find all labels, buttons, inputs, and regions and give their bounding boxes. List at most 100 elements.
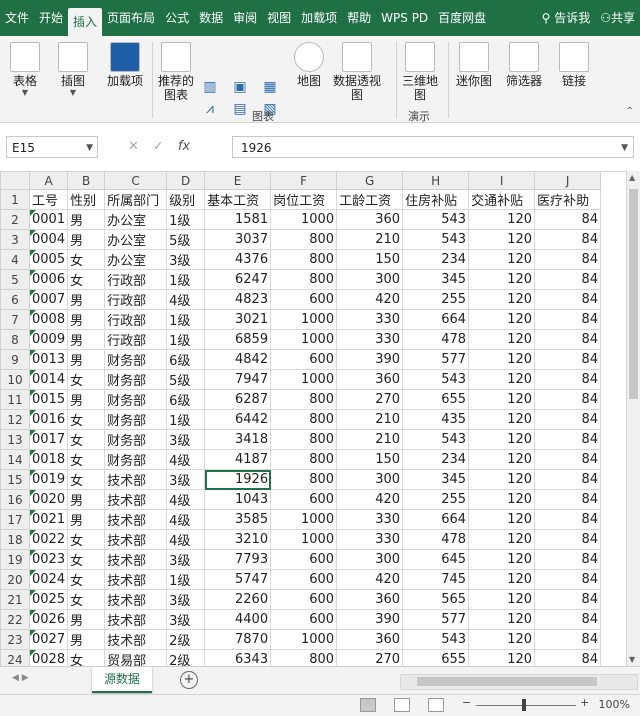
- cell[interactable]: 84: [534, 549, 602, 570]
- cell[interactable]: 120: [468, 209, 536, 230]
- cell[interactable]: 84: [534, 489, 602, 510]
- cell[interactable]: 2260: [204, 589, 272, 610]
- cell[interactable]: 84: [534, 389, 602, 410]
- confirm-icon[interactable]: ✓: [153, 136, 164, 158]
- cell[interactable]: 0026: [28, 609, 69, 630]
- ribbon-tab-4[interactable]: 公式: [160, 0, 194, 36]
- row-header[interactable]: 6: [0, 289, 30, 310]
- cell[interactable]: 330: [336, 329, 404, 350]
- table-button[interactable]: 表格 ▼: [8, 40, 42, 97]
- cell[interactable]: 300: [336, 549, 404, 570]
- cell[interactable]: 1000: [270, 309, 338, 330]
- cell[interactable]: 财务部: [104, 409, 168, 430]
- link-button[interactable]: 链接: [556, 40, 592, 88]
- cell[interactable]: 女: [67, 429, 106, 450]
- statistic-chart-icon[interactable]: ▤: [228, 100, 252, 118]
- cell[interactable]: 女: [67, 549, 106, 570]
- vertical-scroll-thumb[interactable]: [629, 189, 638, 399]
- cell[interactable]: 3585: [204, 509, 272, 530]
- cell[interactable]: 800: [270, 469, 338, 490]
- cell[interactable]: 技术部: [104, 589, 168, 610]
- cell[interactable]: 800: [270, 389, 338, 410]
- cell[interactable]: 男: [67, 509, 106, 530]
- cell[interactable]: 360: [336, 369, 404, 390]
- cell[interactable]: 120: [468, 529, 536, 550]
- row-header[interactable]: 10: [0, 369, 30, 390]
- ribbon-tab-0[interactable]: 文件: [0, 0, 34, 36]
- cell[interactable]: 150: [336, 449, 404, 470]
- cell[interactable]: 行政部: [104, 309, 168, 330]
- cell[interactable]: 664: [402, 309, 470, 330]
- column-header-H[interactable]: H: [402, 171, 470, 190]
- row-header[interactable]: 5: [0, 269, 30, 290]
- row-header[interactable]: 8: [0, 329, 30, 350]
- row-header[interactable]: 4: [0, 249, 30, 270]
- cell[interactable]: 84: [534, 329, 602, 350]
- cell[interactable]: 84: [534, 469, 602, 490]
- column-header-E[interactable]: E: [204, 171, 272, 190]
- cell[interactable]: 120: [468, 629, 536, 650]
- cell[interactable]: 6287: [204, 389, 272, 410]
- cell[interactable]: 84: [534, 609, 602, 630]
- normal-view-icon[interactable]: [360, 698, 376, 712]
- cell[interactable]: 2级: [166, 629, 206, 650]
- cell[interactable]: 1581: [204, 209, 272, 230]
- ribbon-tab-11[interactable]: 百度网盘: [433, 0, 491, 36]
- cell[interactable]: 5级: [166, 229, 206, 250]
- cell[interactable]: 420: [336, 289, 404, 310]
- cell[interactable]: 1926: [204, 469, 272, 490]
- cell[interactable]: 600: [270, 489, 338, 510]
- cell[interactable]: 120: [468, 489, 536, 510]
- cell[interactable]: 84: [534, 269, 602, 290]
- cell[interactable]: 技术部: [104, 489, 168, 510]
- column-header-F[interactable]: F: [270, 171, 338, 190]
- cell[interactable]: 女: [67, 529, 106, 550]
- cell[interactable]: 男: [67, 389, 106, 410]
- cell[interactable]: 1000: [270, 529, 338, 550]
- cell[interactable]: 84: [534, 209, 602, 230]
- cell[interactable]: 120: [468, 609, 536, 630]
- sparklines-button[interactable]: 迷你图: [454, 40, 494, 88]
- cell[interactable]: 0023: [28, 549, 69, 570]
- cell[interactable]: 345: [402, 269, 470, 290]
- cell[interactable]: 1级: [166, 569, 206, 590]
- row-header[interactable]: 24: [0, 649, 30, 666]
- row-header[interactable]: 13: [0, 429, 30, 450]
- vertical-scrollbar[interactable]: ▲ ▼: [626, 171, 640, 666]
- column-header-I[interactable]: I: [468, 171, 536, 190]
- cell[interactable]: 0018: [28, 449, 69, 470]
- cell[interactable]: 6级: [166, 349, 206, 370]
- cell[interactable]: 1000: [270, 209, 338, 230]
- cell[interactable]: 120: [468, 569, 536, 590]
- cell[interactable]: 0004: [28, 229, 69, 250]
- cell[interactable]: 办公室: [104, 229, 168, 250]
- cell[interactable]: 女: [67, 269, 106, 290]
- column-header-D[interactable]: D: [166, 171, 206, 190]
- cell[interactable]: 120: [468, 649, 536, 666]
- cell[interactable]: 办公室: [104, 209, 168, 230]
- cell[interactable]: 84: [534, 509, 602, 530]
- row-header[interactable]: 7: [0, 309, 30, 330]
- cell[interactable]: 84: [534, 309, 602, 330]
- cell[interactable]: 4376: [204, 249, 272, 270]
- cell[interactable]: 1000: [270, 329, 338, 350]
- cell[interactable]: 财务部: [104, 449, 168, 470]
- cell[interactable]: 330: [336, 509, 404, 530]
- cell[interactable]: 600: [270, 289, 338, 310]
- cell[interactable]: 0001: [28, 209, 69, 230]
- ribbon-tab-9[interactable]: 帮助: [342, 0, 376, 36]
- cell[interactable]: 4级: [166, 289, 206, 310]
- cell[interactable]: 财务部: [104, 429, 168, 450]
- sheet-nav-arrows[interactable]: ◀ ▶: [12, 673, 29, 683]
- cell[interactable]: 交通补贴: [468, 189, 536, 210]
- cell[interactable]: 1000: [270, 509, 338, 530]
- cell[interactable]: 1043: [204, 489, 272, 510]
- share-button[interactable]: ⚇共享: [595, 0, 640, 36]
- cell[interactable]: 600: [270, 349, 338, 370]
- zoom-slider-knob[interactable]: [522, 699, 526, 711]
- cell[interactable]: 84: [534, 369, 602, 390]
- cell[interactable]: 0005: [28, 249, 69, 270]
- cell[interactable]: 150: [336, 249, 404, 270]
- illustrations-button[interactable]: 插图 ▼: [56, 40, 90, 97]
- cell[interactable]: 84: [534, 449, 602, 470]
